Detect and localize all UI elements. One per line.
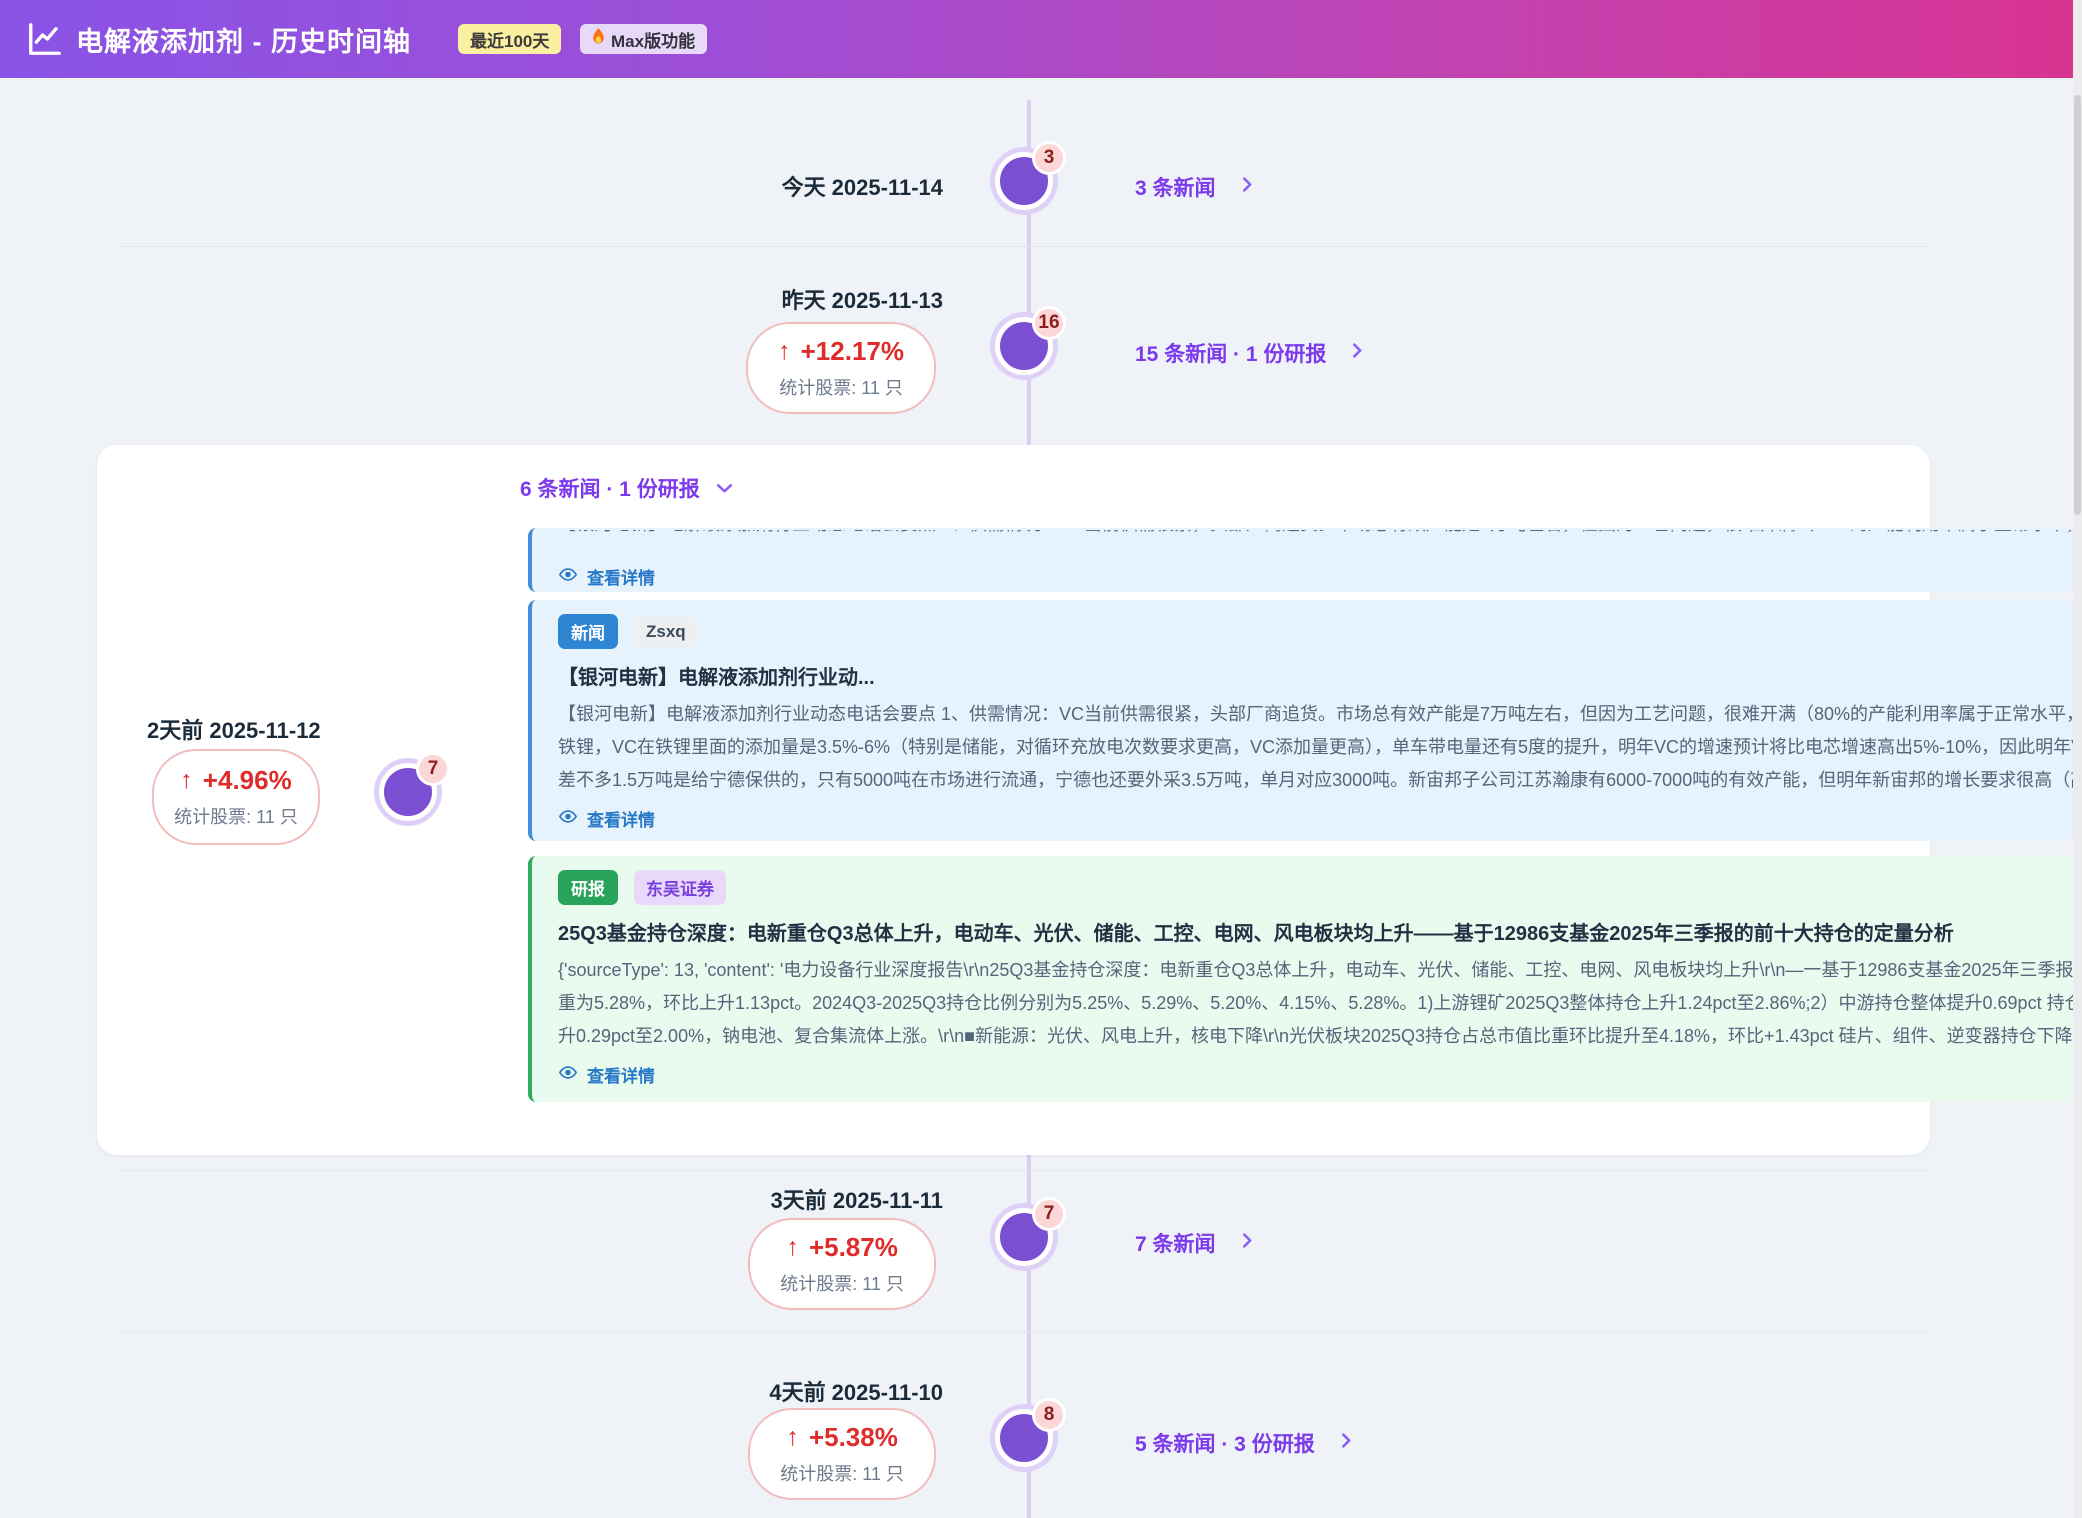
eye-icon bbox=[558, 567, 578, 587]
timeline-date: 2天前 2025-11-12 bbox=[147, 713, 321, 745]
change-percent: +4.96% bbox=[203, 765, 292, 796]
count-badge: 16 bbox=[1032, 306, 1066, 340]
timeline-node[interactable]: 16 bbox=[995, 317, 1053, 375]
report-body: {'sourceType': 13, 'content': '电力设备行业深度报… bbox=[558, 954, 2050, 1053]
eye-icon bbox=[558, 809, 578, 829]
timeline-screen: 电解液添加剂 - 历史时间轴 最近100天 Max版功能 今天 2025-11-… bbox=[0, 0, 2082, 1518]
eye-icon bbox=[558, 1065, 578, 1085]
stocks-count: 统计股票: 11 只 bbox=[174, 803, 298, 829]
news-count-link[interactable]: 3 条新闻 bbox=[1135, 172, 1253, 202]
scrollbar-thumb[interactable] bbox=[2074, 95, 2081, 515]
news-title: 【银河电新】电解液添加剂行业动... bbox=[558, 661, 2050, 690]
news-body: 【银河电新】电解液添加剂行业动态电话会要点 1、供需情况：VC当前供需很紧，头部… bbox=[558, 698, 2050, 797]
collapse-news-link[interactable]: 6 条新闻 · 1 份研报 bbox=[520, 473, 733, 503]
row-divider bbox=[120, 1332, 1930, 1333]
timeline-node[interactable]: 8 bbox=[995, 1409, 1053, 1467]
news-type-badge: 新闻 bbox=[558, 614, 618, 649]
arrow-up-icon: ↑ bbox=[180, 766, 193, 795]
app-header: 电解液添加剂 - 历史时间轴 最近100天 Max版功能 bbox=[0, 0, 2082, 78]
timeline-date: 3天前 2025-11-11 bbox=[771, 1183, 943, 1215]
max-feature-badge: Max版功能 bbox=[580, 24, 707, 54]
change-pill: ↑ +4.96% 统计股票: 11 只 bbox=[152, 749, 320, 845]
report-title: 25Q3基金持仓深度：电新重仓Q3总体上升，电动车、光伏、储能、工控、电网、风电… bbox=[558, 917, 2050, 946]
change-percent: +12.17% bbox=[801, 336, 904, 367]
arrow-up-icon: ↑ bbox=[786, 1233, 799, 1262]
timeline-node[interactable]: 7 bbox=[995, 1208, 1053, 1266]
news-card-clipped[interactable]: 【银河电新】电解液添加剂行业动态电话会要点 1、供需情况：VC当前供需很紧，头部… bbox=[528, 528, 2074, 592]
expanded-day-card: 6 条新闻 · 1 份研报 2天前 2025-11-12 ↑ +4.96% 统计股… bbox=[97, 445, 1930, 1155]
news-source-badge: Zsxq bbox=[634, 617, 698, 647]
timeline-date: 今天 2025-11-14 bbox=[782, 170, 943, 202]
change-pill: ↑ +12.17% 统计股票: 11 只 bbox=[746, 322, 936, 414]
change-pill: ↑ +5.38% 统计股票: 11 只 bbox=[748, 1408, 936, 1500]
news-count-link[interactable]: 7 条新闻 bbox=[1135, 1228, 1253, 1258]
arrow-up-icon: ↑ bbox=[778, 337, 791, 366]
count-badge: 7 bbox=[1032, 1197, 1066, 1231]
report-type-badge: 研报 bbox=[558, 870, 618, 905]
change-pill: ↑ +5.87% 统计股票: 11 只 bbox=[748, 1218, 936, 1310]
chevron-right-icon bbox=[1242, 1231, 1253, 1255]
view-details-link[interactable]: 查看详情 bbox=[558, 1062, 2050, 1087]
timeline-date: 4天前 2025-11-10 bbox=[769, 1375, 943, 1407]
chevron-right-icon bbox=[1242, 175, 1253, 199]
news-count-link[interactable]: 15 条新闻 · 1 份研报 bbox=[1135, 338, 1363, 368]
news-card[interactable]: 新闻 Zsxq 【银河电新】电解液添加剂行业动... 【银河电新】电解液添加剂行… bbox=[528, 600, 2074, 841]
timeline-date: 昨天 2025-11-13 bbox=[782, 283, 943, 315]
stocks-count: 统计股票: 11 只 bbox=[780, 1460, 904, 1486]
row-divider bbox=[120, 1170, 1930, 1171]
timeline-node[interactable]: 3 bbox=[995, 152, 1053, 210]
page-title: 电解液添加剂 - 历史时间轴 bbox=[76, 20, 411, 59]
arrow-up-icon: ↑ bbox=[786, 1423, 799, 1452]
scrollbar[interactable] bbox=[2073, 0, 2082, 1518]
report-source-badge: 东吴证券 bbox=[634, 870, 726, 905]
view-details-link[interactable]: 查看详情 bbox=[558, 806, 2050, 831]
clipped-text: 【银河电新】电解液添加剂行业动态电话会要点 1、供需情况：VC当前供需很紧，头部… bbox=[558, 530, 2074, 539]
chevron-down-icon bbox=[716, 476, 733, 500]
trend-chart-icon bbox=[26, 20, 64, 63]
count-badge: 3 bbox=[1032, 141, 1066, 175]
fire-icon bbox=[592, 28, 605, 50]
report-card[interactable]: 研报 东吴证券 25Q3基金持仓深度：电新重仓Q3总体上升，电动车、光伏、储能、… bbox=[528, 856, 2074, 1102]
count-badge: 8 bbox=[1032, 1398, 1066, 1432]
timeline-node[interactable]: 7 bbox=[379, 763, 437, 821]
chevron-right-icon bbox=[1341, 1431, 1352, 1455]
news-count-link[interactable]: 5 条新闻 · 3 份研报 bbox=[1135, 1428, 1352, 1458]
count-badge: 7 bbox=[416, 752, 450, 786]
stocks-count: 统计股票: 11 只 bbox=[778, 374, 904, 400]
stocks-count: 统计股票: 11 只 bbox=[780, 1270, 904, 1296]
change-percent: +5.87% bbox=[809, 1232, 898, 1263]
change-percent: +5.38% bbox=[809, 1422, 898, 1453]
view-details-link[interactable]: 查看详情 bbox=[558, 564, 655, 589]
date-range-badge: 最近100天 bbox=[458, 24, 561, 54]
row-divider bbox=[120, 246, 1930, 247]
chevron-right-icon bbox=[1352, 341, 1363, 365]
